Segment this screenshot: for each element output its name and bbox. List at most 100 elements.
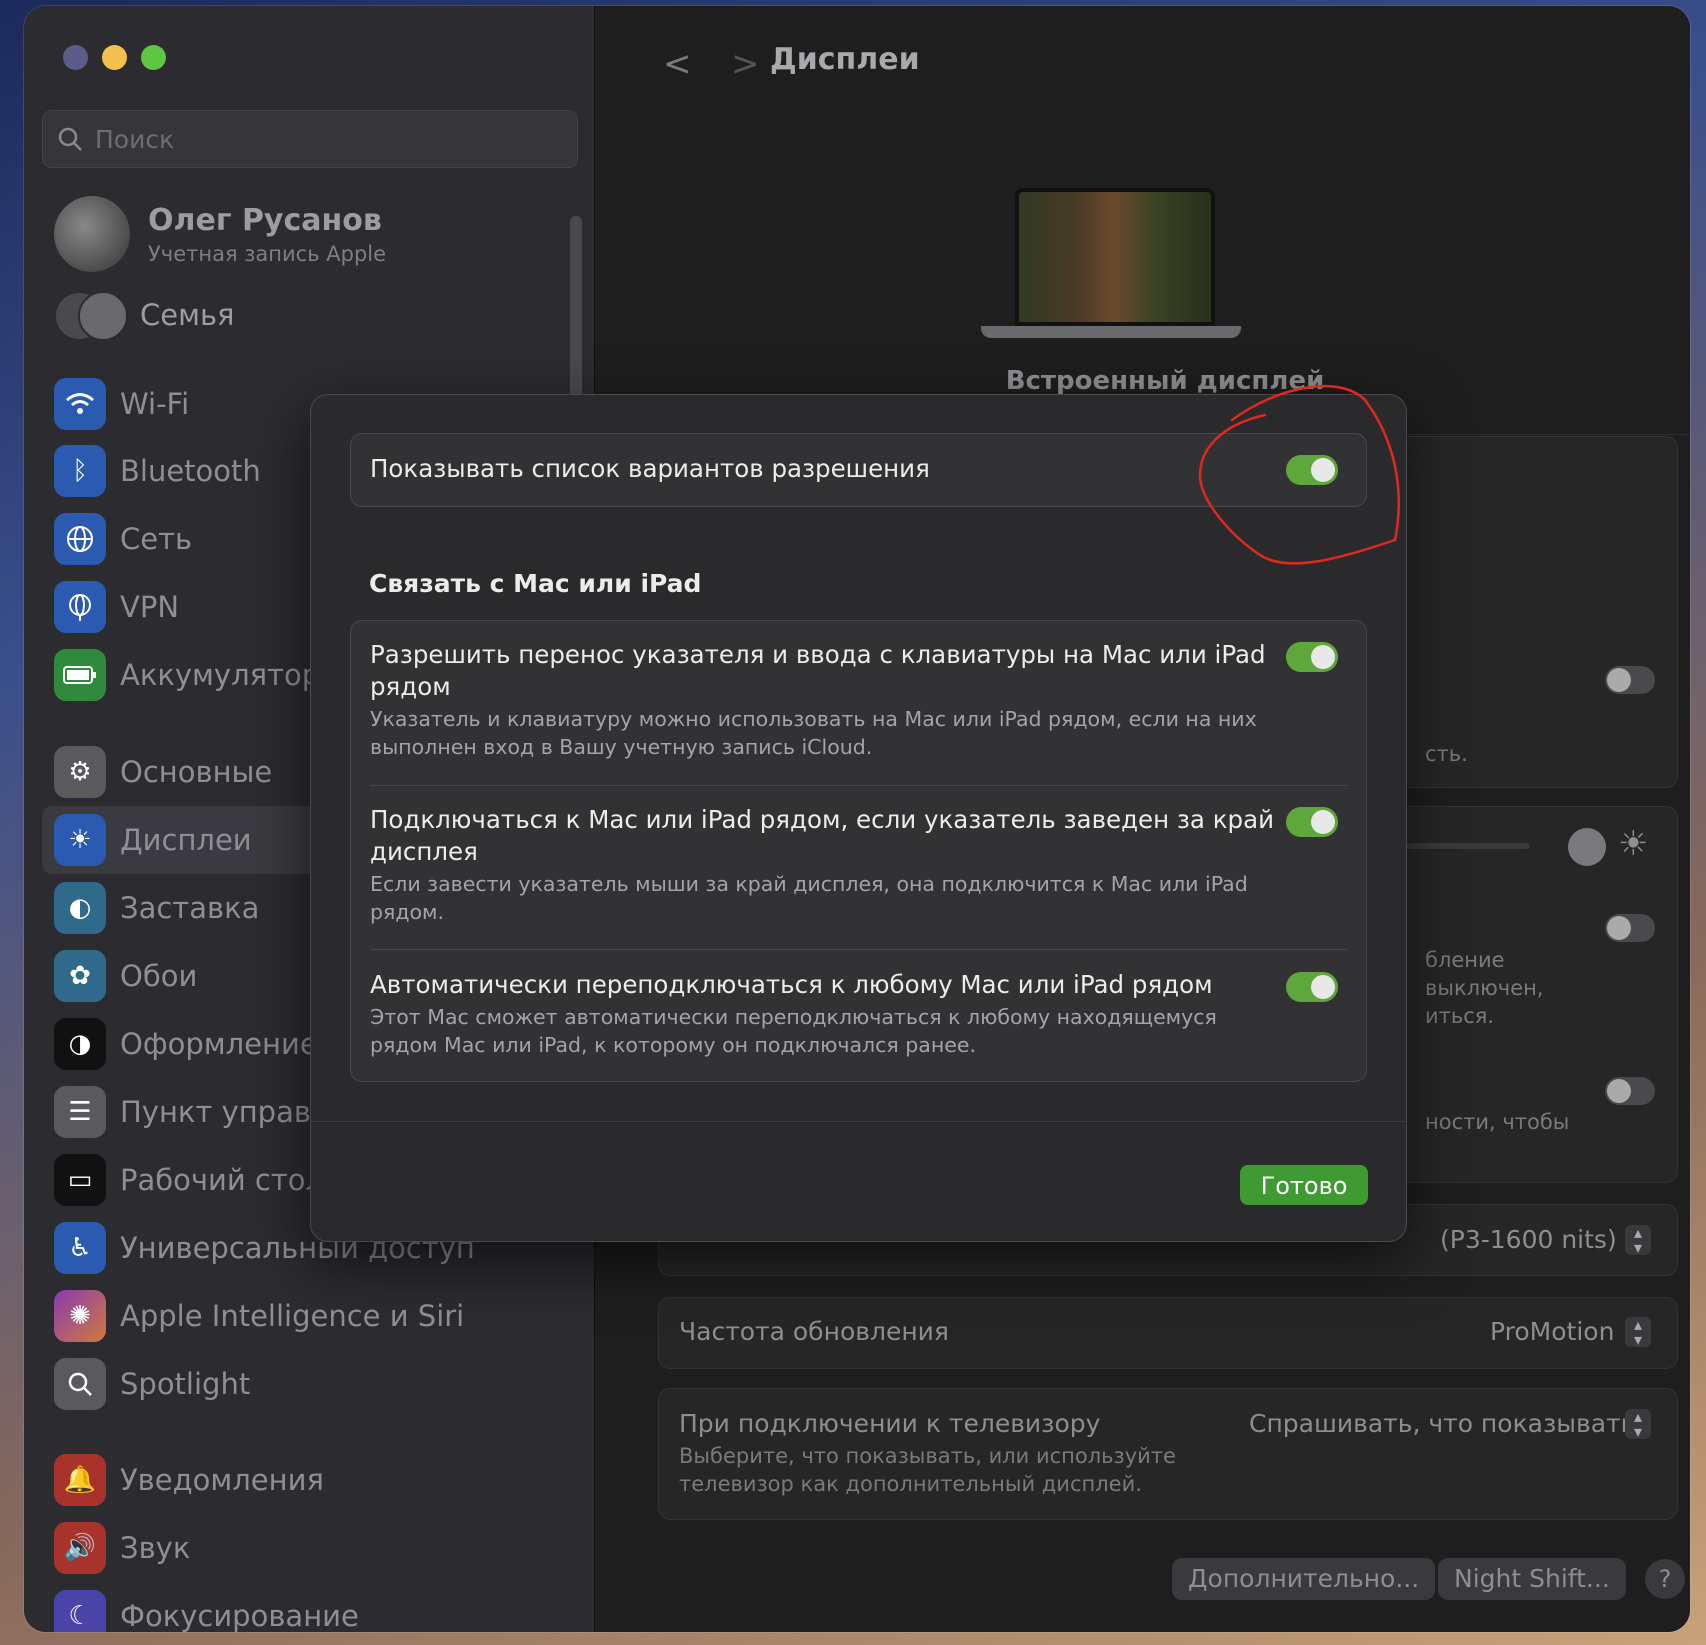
- row-description: выполнен вход в Вашу учетную запись iClo…: [370, 735, 873, 759]
- row-title: Разрешить перенос указателя и ввода с кл…: [370, 640, 1266, 669]
- sidebar-item-label: Основные: [120, 755, 273, 789]
- advanced-button[interactable]: Дополнительно...: [1172, 1558, 1436, 1600]
- night-shift-button[interactable]: Night Shift...: [1438, 1558, 1626, 1600]
- background-toggle[interactable]: [1605, 914, 1655, 942]
- sidebar-item-sound[interactable]: 🔊 Звук: [54, 1520, 190, 1576]
- sidebar-scrollbar[interactable]: [570, 216, 582, 406]
- sidebar-item-focus[interactable]: ☾ Фокусирование: [54, 1588, 359, 1632]
- sidebar-item-wallpaper[interactable]: ✿ Обои: [54, 948, 197, 1004]
- row-description: Этот Mac сможет автоматически переподклю…: [370, 1005, 1217, 1029]
- chevron-updown-icon[interactable]: ▴ ▾: [1625, 1409, 1651, 1440]
- sidebar-item-desktop[interactable]: ▭ Рабочий стол: [54, 1152, 324, 1208]
- resolution-list-label: Показывать список вариантов разрешения: [370, 454, 930, 483]
- accessibility-icon: ♿: [54, 1222, 106, 1274]
- sidebar-item-wifi[interactable]: Wi-Fi: [54, 376, 189, 432]
- sidebar-item-label: Рабочий стол: [120, 1163, 325, 1197]
- laptop-display-icon[interactable]: [981, 188, 1241, 338]
- bluetooth-icon: ᛒ: [54, 445, 106, 497]
- sidebar-item-label: Обои: [120, 959, 198, 993]
- screensaver-icon: ◐: [54, 882, 106, 934]
- row-description: рядом Mac или iPad, к которому он подклю…: [370, 1033, 977, 1057]
- tv-desc: телевизор как дополнительный дисплей.: [679, 1472, 1142, 1496]
- pointer-keyboard-toggle[interactable]: [1286, 642, 1338, 672]
- sidebar-item-bluetooth[interactable]: ᛒ Bluetooth: [54, 443, 261, 499]
- minimize-button[interactable]: [102, 45, 127, 70]
- help-button[interactable]: ?: [1645, 1559, 1685, 1599]
- sidebar-item-label: Аккумулятор: [120, 658, 321, 692]
- search-input[interactable]: [93, 123, 537, 155]
- divider: [370, 785, 1347, 786]
- sidebar-item-label: Apple Intelligence и Siri: [120, 1299, 465, 1333]
- sidebar-item-label: Заставка: [120, 891, 260, 925]
- speaker-icon: 🔊: [54, 1522, 106, 1574]
- sidebar-item-label: Фокусирование: [120, 1599, 359, 1632]
- moon-icon: ☾: [54, 1590, 106, 1632]
- edge-connect-toggle[interactable]: [1286, 807, 1338, 837]
- wifi-icon: [54, 378, 106, 430]
- row-title: Автоматически переподключаться к любому …: [370, 970, 1213, 999]
- sidebar-item-label: Оформление: [120, 1027, 318, 1061]
- sidebar-item-control-center[interactable]: ☰ Пункт управл: [54, 1084, 330, 1140]
- auto-reconnect-toggle[interactable]: [1286, 972, 1338, 1002]
- sidebar-item-label: Дисплеи: [120, 823, 252, 857]
- search-field[interactable]: [42, 110, 578, 168]
- divider: [370, 949, 1347, 950]
- tv-label: При подключении к телевизору: [679, 1409, 1101, 1438]
- sidebar-item-vpn[interactable]: VPN: [54, 579, 179, 635]
- row-title: рядом: [370, 672, 451, 701]
- back-chevron-icon[interactable]: <: [663, 44, 692, 84]
- chevron-updown-icon[interactable]: ▴ ▾: [1625, 1225, 1651, 1256]
- globe-vpn-icon: [54, 581, 106, 633]
- sidebar-item-label: Пункт управл: [120, 1095, 330, 1129]
- divider: [311, 1121, 1406, 1122]
- zoom-button[interactable]: [141, 45, 166, 70]
- sidebar-item-network[interactable]: Сеть: [54, 511, 192, 567]
- sidebar-item-notifications[interactable]: 🔔 Уведомления: [54, 1452, 324, 1508]
- sidebar-item-siri[interactable]: ✺ Apple Intelligence и Siri: [54, 1288, 464, 1344]
- forward-chevron-icon[interactable]: >: [731, 44, 760, 84]
- account-subtitle: Учетная запись Apple: [148, 241, 387, 266]
- flower-icon: ✿: [54, 950, 106, 1002]
- red-circle-annotation: [1198, 384, 1400, 565]
- sidebar-item-label: Bluetooth: [120, 454, 261, 488]
- control-center-icon: ☰: [54, 1086, 106, 1138]
- globe-icon: [54, 513, 106, 565]
- window-controls: [63, 45, 166, 70]
- background-text: выключен,: [1425, 976, 1544, 1000]
- avatar: [54, 196, 130, 272]
- search-icon: [58, 127, 82, 151]
- sidebar-item-label: Уведомления: [120, 1463, 324, 1497]
- sidebar-item-label: Wi-Fi: [120, 387, 190, 421]
- tv-value[interactable]: Спрашивать, что показывать: [1249, 1409, 1635, 1438]
- sidebar-item-screensaver[interactable]: ◐ Заставка: [54, 880, 259, 936]
- done-button[interactable]: Готово: [1240, 1165, 1368, 1205]
- link-settings-group: Разрешить перенос указателя и ввода с кл…: [350, 620, 1367, 1082]
- page-title: Дисплеи: [770, 42, 920, 77]
- sidebar-item-battery[interactable]: Аккумулятор: [54, 647, 320, 703]
- sidebar-item-general[interactable]: ⚙ Основные: [54, 744, 272, 800]
- row-description: Если завести указатель мыши за край дисп…: [370, 872, 1248, 896]
- sidebar-item-displays[interactable]: ☀ Дисплеи: [54, 812, 252, 868]
- preset-value[interactable]: (P3-1600 nits): [1440, 1225, 1617, 1254]
- refresh-rate-value[interactable]: ProMotion: [1490, 1317, 1614, 1346]
- sidebar-item-label: Spotlight: [120, 1367, 251, 1401]
- row-title: дисплея: [370, 837, 478, 866]
- sidebar-item-appearance[interactable]: ◑ Оформление: [54, 1016, 318, 1072]
- sidebar-item-spotlight[interactable]: Spotlight: [54, 1356, 250, 1412]
- background-text: сть.: [1425, 742, 1468, 766]
- apple-account[interactable]: Олег Русанов Учетная запись Apple: [54, 196, 386, 272]
- magnifier-icon: [54, 1358, 106, 1410]
- chevron-updown-icon[interactable]: ▴ ▾: [1625, 1317, 1651, 1348]
- background-text: ности, чтобы: [1425, 1110, 1570, 1134]
- family-label: Семья: [140, 298, 235, 332]
- background-toggle[interactable]: [1605, 666, 1655, 694]
- brightness-slider-knob[interactable]: [1568, 828, 1606, 866]
- family-item[interactable]: Семья: [54, 291, 235, 341]
- gear-icon: ⚙: [54, 746, 106, 798]
- row-description: рядом.: [370, 900, 445, 924]
- background-text: иться.: [1425, 1004, 1495, 1028]
- close-button[interactable]: [63, 45, 88, 70]
- desktop-icon: ▭: [54, 1154, 106, 1206]
- row-description: Указатель и клавиатуру можно использоват…: [370, 707, 1257, 731]
- background-toggle[interactable]: [1605, 1077, 1655, 1105]
